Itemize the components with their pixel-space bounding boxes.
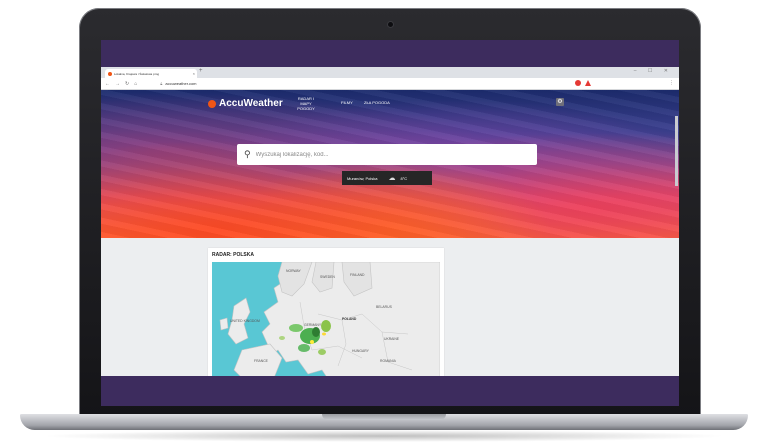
location-name: Muranów, Polska bbox=[347, 175, 378, 181]
alert-extension-icon[interactable] bbox=[585, 80, 591, 86]
url-text[interactable]: accuweather.com bbox=[165, 81, 196, 86]
site-header: AccuWeather RADAR I MAPY POGODY FILMY ZŁ… bbox=[101, 90, 679, 116]
logo-text: AccuWeather bbox=[219, 98, 283, 109]
nav-severe-weather[interactable]: ZŁA POGODA bbox=[364, 100, 390, 105]
current-location-badge[interactable]: Muranów, Polska ☁ 8°C bbox=[342, 171, 432, 185]
radar-title: RADAR: POLSKA bbox=[212, 252, 254, 258]
location-search: ⚲ bbox=[237, 144, 537, 165]
address-bar: ←→↻⌂ 🔒︎ accuweather.com ⋮ bbox=[101, 78, 679, 90]
map-label-sweden: SWEDEN bbox=[320, 275, 335, 279]
current-temperature: 8°C bbox=[400, 175, 408, 181]
url-field[interactable]: 🔒︎ accuweather.com bbox=[160, 81, 196, 86]
laptop-screen: Lokalna, Krajowa i Światowa prog × + – ☐… bbox=[101, 40, 679, 406]
map-label-hungary: HUNGARY bbox=[352, 349, 370, 353]
webcam bbox=[388, 22, 393, 27]
search-input[interactable] bbox=[255, 151, 506, 158]
web-page: AccuWeather RADAR I MAPY POGODY FILMY ZŁ… bbox=[101, 90, 679, 376]
laptop-shadow bbox=[40, 430, 728, 442]
gear-icon[interactable]: ⚙ bbox=[556, 98, 564, 106]
nav-radar-maps[interactable]: RADAR I MAPY POGODY bbox=[292, 96, 320, 111]
site-logo[interactable]: AccuWeather bbox=[208, 98, 283, 109]
radar-map-graphic: NORWAY SWEDEN FINLAND POLAND BELARUS UKR… bbox=[219, 262, 440, 376]
home-icon[interactable]: ⌂ bbox=[134, 81, 142, 87]
favicon-icon bbox=[108, 71, 112, 76]
forward-icon[interactable]: → bbox=[115, 81, 125, 87]
cloud-icon: ☁ bbox=[388, 175, 396, 182]
extension-icon[interactable] bbox=[575, 80, 581, 86]
nav-buttons[interactable]: ←→↻⌂ bbox=[105, 81, 142, 87]
close-icon[interactable]: × bbox=[193, 71, 195, 76]
browser-tab[interactable]: Lokalna, Krajowa i Światowa prog × bbox=[105, 69, 197, 78]
map-label-norway: NORWAY bbox=[286, 269, 302, 273]
scrollbar[interactable] bbox=[675, 116, 678, 186]
map-label-poland: POLAND bbox=[342, 317, 357, 321]
laptop-hinge-notch bbox=[322, 414, 446, 420]
map-label-romania: ROMANIA bbox=[380, 359, 397, 363]
window-controls[interactable]: – ☐ ✕ bbox=[634, 68, 673, 74]
map-label-uk: UNITED KINGDOM bbox=[230, 319, 260, 323]
new-tab-button[interactable]: + bbox=[199, 68, 203, 74]
lock-icon: 🔒︎ bbox=[160, 81, 163, 86]
menu-icon[interactable]: ⋮ bbox=[669, 80, 674, 86]
map-label-belarus: BELARUS bbox=[376, 305, 393, 309]
back-icon[interactable]: ← bbox=[105, 81, 115, 87]
map-label-ukraine: UKRAINE bbox=[384, 337, 400, 341]
browser-window: Lokalna, Krajowa i Światowa prog × + – ☐… bbox=[101, 67, 679, 376]
logo-sun-icon bbox=[208, 99, 216, 108]
radar-card[interactable]: RADAR: POLSKA NORWAY SWEDEN FINLAND POLA… bbox=[208, 248, 444, 376]
map-label-france: FRANCE bbox=[254, 359, 269, 363]
map-label-finland: FINLAND bbox=[350, 273, 365, 277]
tab-title: Lokalna, Krajowa i Światowa prog bbox=[114, 71, 160, 76]
search-icon: ⚲ bbox=[244, 149, 251, 159]
tab-strip: Lokalna, Krajowa i Światowa prog × + – ☐… bbox=[101, 67, 679, 78]
reload-icon[interactable]: ↻ bbox=[125, 81, 134, 87]
map-label-germany: GERMANY bbox=[304, 323, 322, 327]
nav-videos[interactable]: FILMY bbox=[341, 100, 353, 105]
extension-icons[interactable] bbox=[575, 80, 591, 86]
radar-map[interactable]: NORWAY SWEDEN FINLAND POLAND BELARUS UKR… bbox=[212, 262, 440, 376]
